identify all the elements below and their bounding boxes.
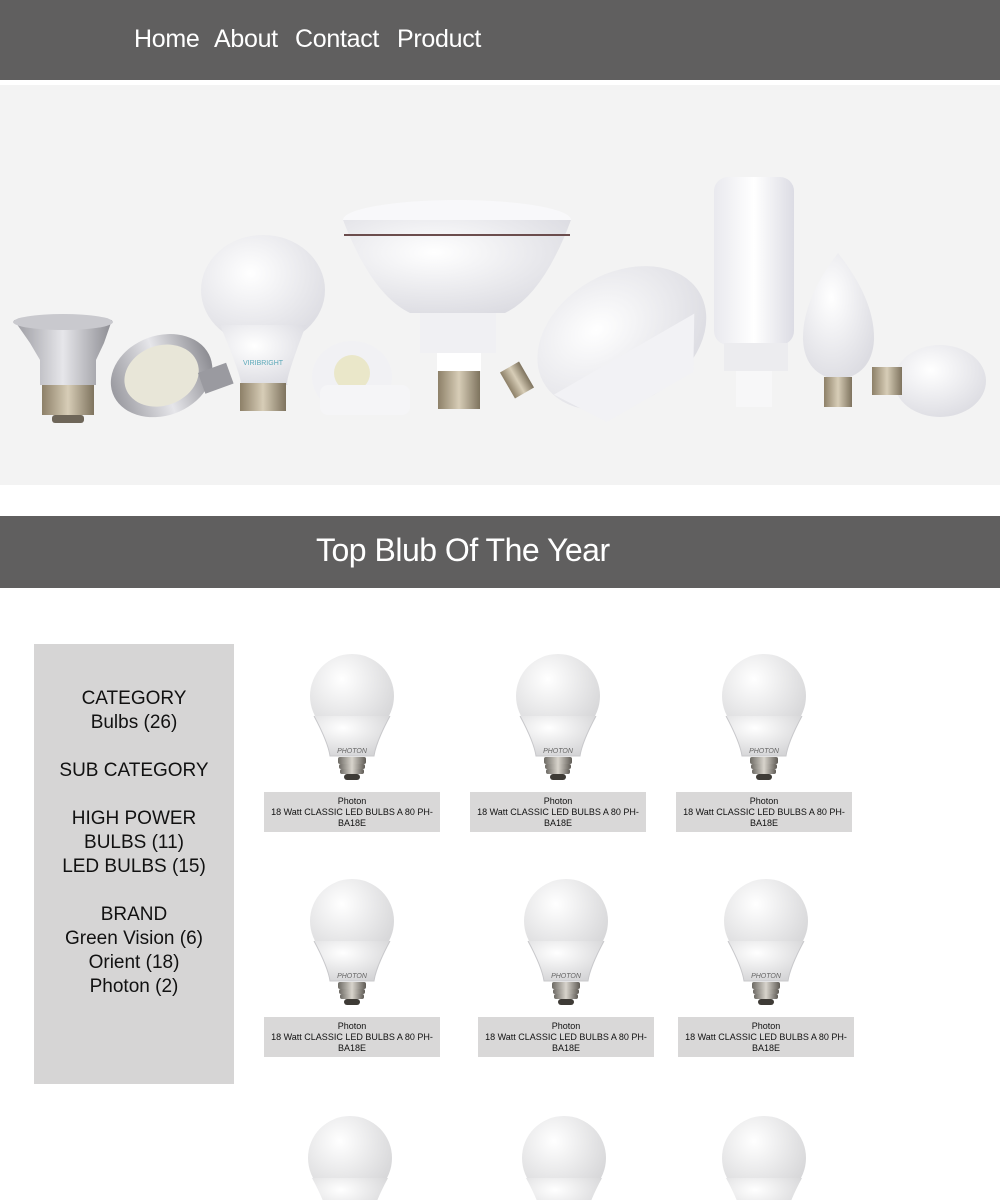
top-nav-bar: Home About Contact Product [0, 0, 1000, 80]
bulb-product-image [722, 1116, 806, 1200]
product-brand: Photon [337, 796, 367, 806]
bulb-brand-text: PHOTON [749, 748, 780, 755]
category-filter: CATEGORY Bulbs (26) [34, 687, 234, 735]
product-brand: Photon [751, 1021, 781, 1031]
section-title-bar: Top Blub Of The Year [0, 516, 1000, 588]
brand-item-photon[interactable]: Photon (2) [34, 975, 234, 999]
product-name: 18 Watt CLASSIC LED BULBS A 80 PH-BA18E [485, 1032, 647, 1053]
bulb-product-image [522, 1116, 606, 1200]
product-card[interactable]: PHOTON Photon 18 Watt CLASSIC LED BULBS A … [678, 869, 854, 1059]
nav-about-link[interactable]: About [214, 24, 278, 54]
nav-home-link[interactable]: Home [134, 24, 200, 54]
hero-bulb-brand-text: VIRIBRIGHT [243, 360, 284, 367]
product-caption[interactable]: Photon 18 Watt CLASSIC LED BULBS A 80 PH-… [478, 1017, 654, 1057]
product-name: 18 Watt CLASSIC LED BULBS A 80 PH-BA18E [271, 807, 433, 828]
subcategory-heading: SUB CATEGORY [59, 760, 209, 781]
product-caption[interactable]: Photon 18 Watt CLASSIC LED BULBS A 80 PH-… [676, 792, 852, 832]
bulb-product-image: PHOTON [516, 654, 600, 780]
subcategory-list: HIGH POWER BULBS (11) LED BULBS (15) [40, 807, 228, 879]
product-card[interactable]: PHOTON Photon 18 Watt CLASSIC LED BULBS A … [264, 869, 440, 1059]
product-card-partial[interactable] [264, 1106, 440, 1200]
product-name: 18 Watt CLASSIC LED BULBS A 80 PH-BA18E [685, 1032, 847, 1053]
bulb-product-image: PHOTON [310, 879, 394, 1005]
bulb-product-image: PHOTON [722, 654, 806, 780]
bulb-brand-text: PHOTON [337, 973, 368, 980]
category-item-bulbs[interactable]: Bulbs (26) [34, 711, 234, 735]
product-brand: Photon [551, 1021, 581, 1031]
brand-filter: BRAND Green Vision (6) Orient (18) Photo… [34, 903, 234, 999]
filter-sidebar: CATEGORY Bulbs (26) SUB CATEGORY HIGH PO… [34, 644, 234, 1084]
product-brand: Photon [749, 796, 779, 806]
product-caption[interactable]: Photon 18 Watt CLASSIC LED BULBS A 80 PH-… [678, 1017, 854, 1057]
bulb-brand-text: PHOTON [337, 748, 368, 755]
subcategory-item-led[interactable]: LED BULBS (15) [40, 855, 228, 879]
product-name: 18 Watt CLASSIC LED BULBS A 80 PH-BA18E [477, 807, 639, 828]
product-name: 18 Watt CLASSIC LED BULBS A 80 PH-BA18E [683, 807, 845, 828]
led-bulbs-illustration: VIRIBRIGHT [13, 177, 986, 423]
section-title: Top Blub Of The Year [316, 532, 610, 568]
product-card[interactable]: PHOTON Photon 18 Watt CLASSIC LED BULBS A … [470, 644, 646, 834]
brand-heading: BRAND [100, 904, 168, 925]
product-caption[interactable]: Photon 18 Watt CLASSIC LED BULBS A 80 PH-… [470, 792, 646, 832]
brand-item-green-vision[interactable]: Green Vision (6) [34, 927, 234, 951]
subcategory-filter: SUB CATEGORY [34, 759, 234, 783]
product-brand: Photon [337, 1021, 367, 1031]
hero-banner-image: VIRIBRIGHT [0, 85, 1000, 485]
subcategory-item-high-power[interactable]: HIGH POWER BULBS (11) [40, 807, 228, 855]
product-card[interactable]: PHOTON Photon 18 Watt CLASSIC LED BULBS A … [478, 869, 654, 1059]
product-caption[interactable]: Photon 18 Watt CLASSIC LED BULBS A 80 PH-… [264, 792, 440, 832]
product-card[interactable]: PHOTON Photon 18 Watt CLASSIC LED BULBS A … [676, 644, 852, 834]
product-card-partial[interactable] [678, 1106, 854, 1200]
bulb-product-image: PHOTON [524, 879, 608, 1005]
category-heading: CATEGORY [81, 688, 187, 709]
bulb-product-image [308, 1116, 392, 1200]
nav-contact-link[interactable]: Contact [295, 24, 379, 54]
product-brand: Photon [543, 796, 573, 806]
product-name: 18 Watt CLASSIC LED BULBS A 80 PH-BA18E [271, 1032, 433, 1053]
product-card[interactable]: PHOTON Photon 18 Watt CLASSIC LED BULBS A … [264, 644, 440, 834]
bulb-product-image: PHOTON [724, 879, 808, 1005]
bulb-brand-text: PHOTON [543, 748, 574, 755]
bulb-brand-text: PHOTON [751, 973, 782, 980]
bulb-product-image: PHOTON [310, 654, 394, 780]
product-caption[interactable]: Photon 18 Watt CLASSIC LED BULBS A 80 PH-… [264, 1017, 440, 1057]
brand-item-orient[interactable]: Orient (18) [34, 951, 234, 975]
bulb-brand-text: PHOTON [551, 973, 582, 980]
nav-product-link[interactable]: Product [397, 24, 481, 54]
product-card-partial[interactable] [478, 1106, 654, 1200]
